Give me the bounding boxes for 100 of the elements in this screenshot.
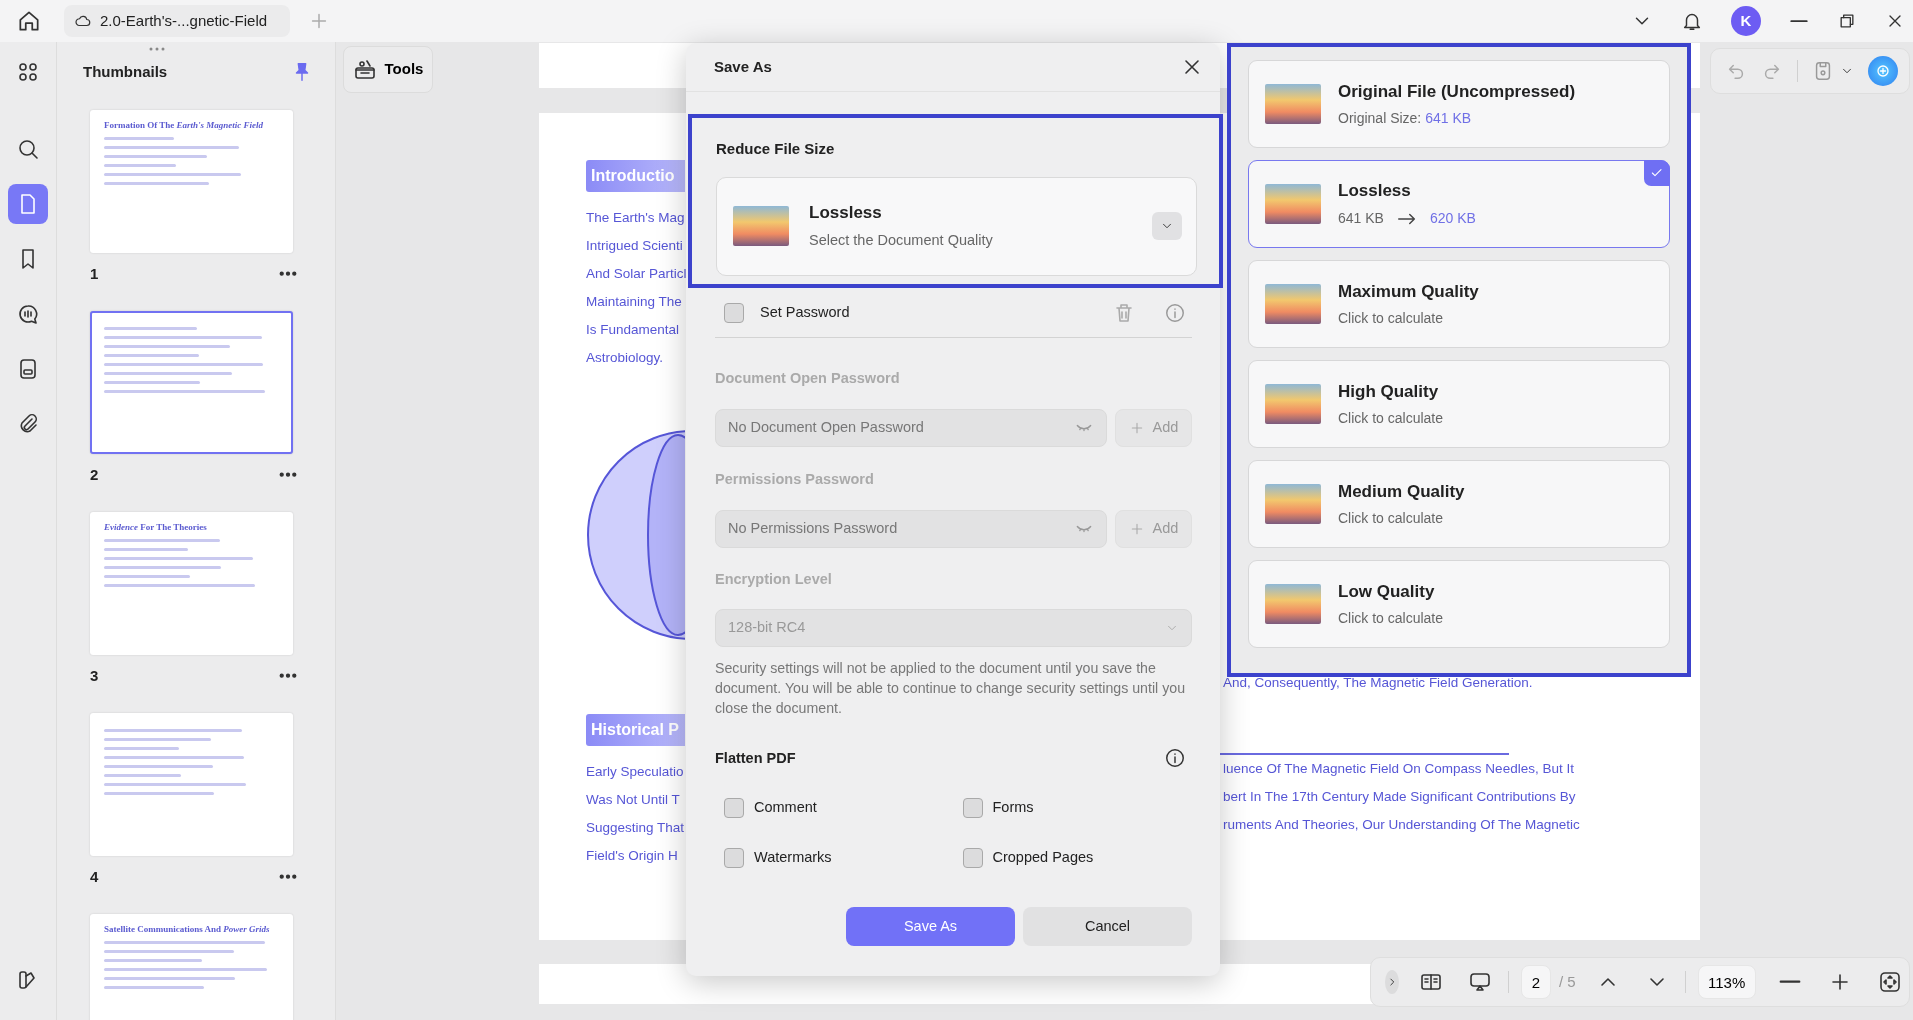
size-value: 620 KB: [1429, 209, 1476, 229]
fit-screen-icon: [1877, 970, 1902, 994]
checkbox-label: Cropped Pages: [992, 848, 1094, 868]
landscape-image: [1265, 584, 1321, 624]
quality-hint: Select the Document Quality: [809, 230, 993, 250]
body-text: luence Of The Magnetic Field On Compass Needles, But It: [1223, 760, 1575, 778]
checkbox-label: Forms: [992, 798, 1034, 818]
tab-title: 2.0-Earth's-...gnetic-Field: [100, 10, 268, 31]
note-text: Security settings will not be applied to the document until you save the document. You will be able to continue to change security settings until you close the document.: [715, 659, 1187, 718]
quality-title: Lossless: [809, 202, 883, 225]
section-heading: Historical P: [586, 714, 685, 746]
page-number: 1: [90, 263, 99, 284]
tools-button[interactable]: Tools: [343, 46, 433, 93]
checkbox[interactable]: [724, 848, 744, 868]
body-text: And Solar Particl: [586, 265, 685, 283]
calculate-hint: Click to calculate: [1338, 309, 1444, 329]
size-value: 641 KB: [1425, 109, 1472, 129]
option-title: Lossless: [1338, 180, 1412, 203]
present-button[interactable]: [1468, 970, 1492, 994]
landscape-image: [1265, 184, 1321, 224]
thumbnail-title: Formation Of The Earth's Magnetic Field: [104, 120, 265, 131]
page-total: / 5: [1559, 971, 1576, 992]
quality-option[interactable]: Lossless 641 KB 620 KB: [1248, 160, 1670, 248]
quality-option[interactable]: Low Quality Click to calculate: [1248, 560, 1670, 648]
more-button[interactable]: [279, 673, 297, 679]
more-button[interactable]: [279, 874, 297, 880]
body-text: Intrigued Scienti: [586, 237, 684, 255]
checkbox[interactable]: [962, 798, 983, 818]
password-dropdown[interactable]: No Permissions Password: [715, 510, 1107, 548]
checkbox-label: Watermarks: [754, 848, 832, 868]
zoom-field[interactable]: 113%: [1697, 965, 1756, 999]
file-tab[interactable]: 2.0-Earth's-...gnetic-Field: [64, 5, 290, 37]
section-heading: Reduce File Size: [716, 139, 836, 159]
save-as-button[interactable]: Save As: [846, 907, 1015, 946]
more-icon: [279, 472, 297, 478]
grid-icon: [16, 60, 40, 84]
toolbox-icon: [352, 57, 377, 82]
size-label: Original Size:: [1338, 109, 1422, 129]
info-icon: [1164, 747, 1186, 769]
checkbox[interactable]: [962, 848, 983, 868]
more-icon: [279, 874, 297, 880]
password-dropdown[interactable]: No Document Open Password: [715, 409, 1107, 447]
quality-option[interactable]: Medium Quality Click to calculate: [1248, 460, 1670, 548]
info-button[interactable]: [1164, 747, 1186, 769]
dialog-title: Save As: [714, 56, 772, 77]
cancel-button[interactable]: Cancel: [1023, 907, 1192, 946]
body-text: The Earth's Mag: [586, 209, 685, 227]
page-thumbnail[interactable]: Formation Of The Earth's Magnetic Field: [90, 110, 293, 253]
option-title: High Quality: [1338, 380, 1440, 403]
body-text: bert In The 17th Century Made Significant Contributions By: [1223, 788, 1577, 806]
checkbox[interactable]: [724, 798, 744, 818]
more-button[interactable]: [279, 271, 297, 277]
info-icon: [1164, 301, 1186, 324]
calculate-hint: Click to calculate: [1338, 509, 1444, 529]
minus-icon: [1777, 979, 1802, 985]
minimize-button[interactable]: [1789, 18, 1809, 24]
page-number: 3: [90, 665, 99, 686]
body-text: Field's Origin H: [586, 847, 679, 865]
quality-select[interactable]: Lossless Select the Document Quality: [716, 176, 1197, 276]
page-thumbnail[interactable]: Satellite Communications And Power Grids: [90, 914, 293, 1020]
quality-option[interactable]: Maximum Quality Click to calculate: [1248, 260, 1670, 348]
search-icon: [16, 137, 40, 161]
comment-icon: [16, 302, 40, 326]
landscape-image: [1265, 484, 1321, 524]
fit-page-button[interactable]: [1877, 970, 1902, 994]
section-heading: Introductio: [586, 160, 685, 192]
page-number: 4: [90, 866, 99, 887]
thumbnail-title: Evidence For The Theories: [104, 522, 208, 533]
ai-assistant-button[interactable]: [1868, 56, 1898, 86]
quality-option[interactable]: High Quality Click to calculate: [1248, 360, 1670, 448]
field-label: Permissions Password: [715, 470, 875, 489]
page-thumbnail[interactable]: [90, 311, 293, 454]
page-thumbnail[interactable]: Evidence For The Theories: [90, 512, 293, 655]
calculate-hint: Click to calculate: [1338, 609, 1444, 629]
more-button[interactable]: [279, 472, 297, 478]
landscape-image: [1265, 284, 1321, 324]
option-title: Maximum Quality: [1338, 280, 1479, 303]
page-thumbnail[interactable]: [90, 713, 293, 856]
account-avatar[interactable]: K: [1731, 6, 1761, 36]
quality-option[interactable]: Original File (Uncompressed) Original Size: 641 KB: [1248, 60, 1670, 148]
size-value: 641 KB: [1338, 209, 1384, 229]
body-text: Astrobiology.: [586, 349, 665, 367]
body-text: Is Fundamental: [586, 321, 681, 339]
option-title: Original File (Uncompressed): [1338, 80, 1576, 103]
body-text: ruments And Theories, Our Understanding Of The Magnetic: [1223, 816, 1580, 834]
more-icon: [279, 271, 297, 277]
calculate-hint: Click to calculate: [1338, 409, 1444, 429]
body-text: Early Speculatio: [586, 763, 685, 781]
checkbox[interactable]: [724, 302, 744, 323]
minus-icon: [1789, 18, 1809, 24]
landscape-image: [1265, 384, 1321, 424]
page-number-field[interactable]: 2: [1521, 965, 1551, 999]
option-title: Low Quality: [1338, 580, 1436, 603]
body-text: Suggesting That: [586, 819, 685, 837]
drag-handle-icon: [147, 45, 167, 53]
more-icon: [279, 673, 297, 679]
landscape-image: [1265, 84, 1321, 124]
zoom-out-button[interactable]: [1777, 979, 1802, 985]
option-title: Medium Quality: [1338, 480, 1465, 503]
page-number: 2: [90, 464, 99, 485]
